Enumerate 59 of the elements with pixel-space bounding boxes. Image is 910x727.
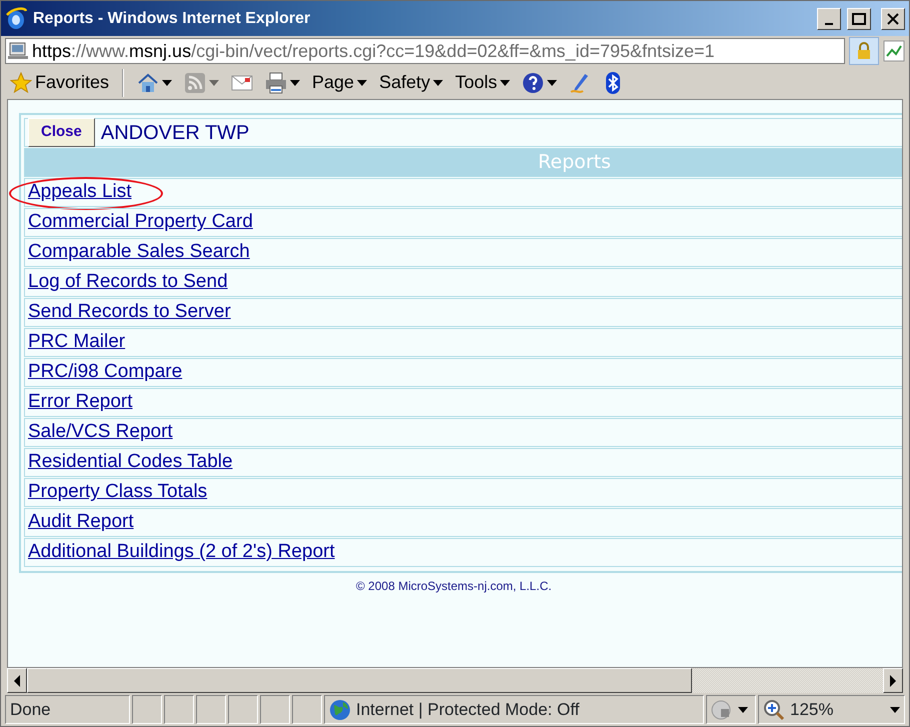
maximize-icon — [852, 12, 866, 24]
caret-icon[interactable] — [357, 80, 368, 86]
scroll-right-icon[interactable] — [889, 674, 897, 686]
close-window-button[interactable] — [881, 8, 905, 30]
report-link[interactable]: Appeals List — [28, 178, 132, 207]
report-link[interactable]: Comparable Sales Search — [28, 238, 250, 267]
zone-text: Internet | Protected Mode: Off — [356, 698, 580, 721]
report-link[interactable]: Log of Records to Send — [28, 268, 228, 297]
scroll-left-icon[interactable] — [13, 674, 21, 686]
menu-button[interactable]: Safety — [374, 69, 448, 96]
globe-icon — [329, 698, 351, 720]
status-pane — [196, 695, 226, 724]
compatibility-icon[interactable] — [883, 40, 905, 62]
report-link[interactable]: Audit Report — [28, 508, 134, 537]
menu-button[interactable]: Tools — [450, 69, 516, 96]
report-link[interactable]: PRC/i98 Compare — [28, 358, 182, 387]
printer-icon[interactable] — [265, 72, 288, 94]
status-text: Done — [10, 698, 51, 721]
minimize-button[interactable] — [817, 8, 841, 30]
window-title: Reports - Windows Internet Explorer — [33, 8, 312, 28]
home-icon[interactable] — [137, 72, 160, 94]
caret-icon[interactable] — [890, 706, 900, 712]
report-link[interactable]: Commercial Property Card — [28, 208, 253, 237]
browser-logo-icon — [5, 6, 27, 30]
close-button[interactable]: Close — [28, 118, 95, 147]
status-pane — [164, 695, 194, 724]
table-header: Reports — [24, 148, 902, 177]
scrollbar-thumb[interactable] — [27, 668, 692, 693]
report-link[interactable]: Property Class Totals — [28, 478, 208, 507]
caret-icon[interactable] — [547, 80, 558, 86]
report-link[interactable]: PRC Mailer — [28, 328, 126, 357]
caret-icon[interactable] — [162, 80, 172, 86]
status-pane — [260, 695, 290, 724]
caret-icon[interactable] — [433, 80, 444, 86]
report-link[interactable]: Additional Buildings (2 of 2's) Report — [28, 538, 335, 567]
caret-icon[interactable] — [500, 80, 510, 86]
minimize-icon — [825, 22, 833, 24]
maximize-button[interactable] — [847, 8, 871, 30]
help-icon[interactable] — [522, 72, 544, 94]
lock-icon[interactable] — [856, 42, 872, 60]
report-link[interactable]: Residential Codes Table — [28, 448, 233, 477]
report-link[interactable]: Sale/VCS Report — [28, 418, 173, 447]
report-link[interactable]: Error Report — [28, 388, 133, 417]
star-icon — [10, 72, 32, 94]
close-icon — [887, 12, 899, 24]
caret-icon[interactable] — [738, 706, 748, 712]
township-name: ANDOVER TWP — [100, 120, 250, 146]
favorites-button[interactable]: Favorites — [5, 69, 114, 96]
report-link[interactable]: Send Records to Server — [28, 298, 231, 327]
url-text: https://www.msnj.us/cgi-bin/vect/reports.cgi?cc=19&dd=02&ff=&ms_id=795&fntsize=1 — [32, 40, 715, 63]
status-pane — [292, 695, 322, 724]
address-field[interactable]: https://www.msnj.us/cgi-bin/vect/reports.cgi?cc=19&dd=02&ff=&ms_id=795&fntsize=1 — [5, 38, 845, 64]
caret-icon[interactable] — [290, 80, 300, 86]
zoom-icon[interactable] — [763, 698, 785, 720]
menu-button[interactable]: Page — [307, 69, 372, 96]
copyright-text: © 2008 MicroSystems-nj.com, L.L.C. — [356, 578, 552, 595]
status-pane — [132, 695, 162, 724]
page-icon — [8, 42, 28, 60]
status-pane — [228, 695, 258, 724]
